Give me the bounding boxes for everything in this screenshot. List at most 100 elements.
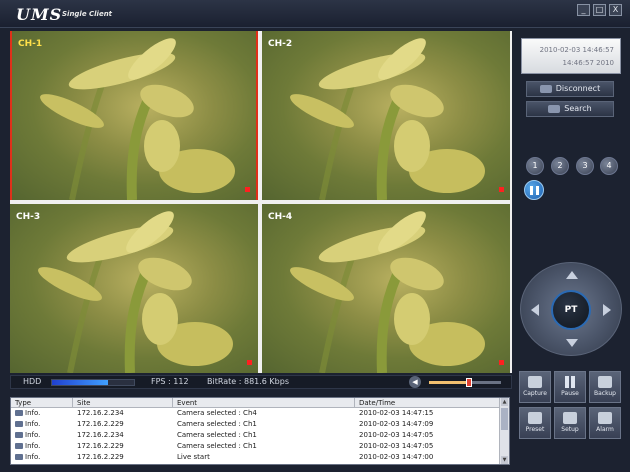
- ptz-left-icon[interactable]: [531, 304, 539, 316]
- setup-icon: [563, 412, 577, 424]
- log-row[interactable]: Info. 172.16.2.229 Camera selected : Ch1 20…: [11, 419, 509, 430]
- channel-label: CH-3: [16, 212, 41, 222]
- fps-readout: FPS : 112: [151, 377, 189, 386]
- log-site: 172.16.2.234: [77, 431, 124, 439]
- record-indicator: [499, 187, 504, 192]
- disconnect-label: Disconnect: [555, 84, 601, 93]
- disconnect-icon: [539, 84, 552, 93]
- window-controls: _ □ X: [577, 4, 622, 16]
- layout-quad-button[interactable]: [524, 180, 544, 200]
- layout-icon: [530, 186, 533, 195]
- setup-button[interactable]: Setup: [554, 407, 586, 439]
- bitrate-readout: BitRate : 881.6 Kbps: [207, 377, 289, 386]
- channel-view-3[interactable]: CH-3: [10, 204, 258, 373]
- log-event: Camera selected : Ch1: [177, 431, 257, 439]
- video-grid: CH-1 CH-2 CH-3 CH-4: [10, 31, 512, 373]
- log-event: Camera selected : Ch1: [177, 442, 257, 450]
- channel-view-2[interactable]: CH-2: [262, 31, 510, 200]
- log-type: Info.: [11, 408, 73, 419]
- speaker-icon[interactable]: ◀: [409, 376, 421, 388]
- capture-label: Capture: [523, 390, 547, 397]
- log-site: 172.16.2.229: [77, 442, 124, 450]
- pause-label: Pause: [561, 390, 579, 397]
- close-button[interactable]: X: [609, 4, 622, 16]
- log-site: 172.16.2.229: [77, 420, 124, 428]
- log-type-text: Info.: [25, 409, 41, 417]
- alarm-button[interactable]: Alarm: [589, 407, 621, 439]
- disconnect-button[interactable]: Disconnect: [526, 81, 614, 97]
- log-row[interactable]: Info. 172.16.2.234 Camera selected : Ch1 20…: [11, 430, 509, 441]
- search-button[interactable]: Search: [526, 101, 614, 117]
- record-indicator: [245, 187, 250, 192]
- log-type-text: Info.: [25, 420, 41, 428]
- channel-button-3[interactable]: 3: [576, 157, 594, 175]
- column-type[interactable]: Type: [11, 398, 73, 407]
- layout-icon-bar: [536, 186, 539, 195]
- channel-view-4[interactable]: CH-4: [262, 204, 510, 373]
- volume-thumb[interactable]: [465, 378, 472, 387]
- log-scrollbar[interactable]: ▲ ▼: [499, 398, 509, 464]
- log-type: Info.: [11, 452, 73, 463]
- log-row[interactable]: Info. 172.16.2.229 Live start 2010-02-03 14…: [11, 452, 509, 463]
- preset-label: Preset: [525, 426, 545, 433]
- channel-view-1[interactable]: CH-1: [10, 31, 258, 200]
- hdd-label: HDD: [23, 377, 42, 386]
- ptz-control: PT: [520, 262, 622, 356]
- log-event: Camera selected : Ch4: [177, 409, 257, 417]
- hdd-usage-bar: [51, 379, 135, 386]
- log-header: Type Site Event Date/Time: [11, 398, 509, 408]
- backup-label: Backup: [594, 390, 616, 397]
- log-datetime: 2010-02-03 14:47:09: [359, 420, 434, 428]
- preset-icon: [528, 412, 542, 424]
- log-type-text: Info.: [25, 453, 41, 461]
- minimize-button[interactable]: _: [577, 4, 590, 16]
- column-datetime[interactable]: Date/Time: [355, 398, 501, 407]
- ptz-center-button[interactable]: PT: [551, 290, 591, 330]
- record-indicator: [499, 360, 504, 365]
- pause-icon: [563, 376, 577, 388]
- column-site[interactable]: Site: [73, 398, 173, 407]
- log-type-text: Info.: [25, 431, 41, 439]
- log-row[interactable]: Info. 172.16.2.234 Camera selected : Ch4 20…: [11, 408, 509, 419]
- channel-button-1[interactable]: 1: [526, 157, 544, 175]
- channel-label: CH-1: [18, 39, 43, 49]
- app-logo: UMS: [16, 5, 63, 24]
- scroll-up-icon[interactable]: ▲: [501, 398, 508, 406]
- log-type-text: Info.: [25, 442, 41, 450]
- backup-button[interactable]: Backup: [589, 371, 621, 403]
- alarm-label: Alarm: [596, 426, 614, 433]
- maximize-button[interactable]: □: [593, 4, 606, 16]
- log-info-icon: [15, 454, 23, 460]
- log-type: Info.: [11, 430, 73, 441]
- scroll-down-icon[interactable]: ▼: [501, 456, 508, 464]
- log-datetime: 2010-02-03 14:47:00: [359, 453, 434, 461]
- column-event[interactable]: Event: [173, 398, 355, 407]
- log-type: Info.: [11, 441, 73, 452]
- log-row[interactable]: Info. 172.16.2.229 Camera selected : Ch1 20…: [11, 441, 509, 452]
- volume-slider[interactable]: [429, 378, 501, 387]
- log-info-icon: [15, 443, 23, 449]
- log-info-icon: [15, 410, 23, 416]
- log-event: Camera selected : Ch1: [177, 420, 257, 428]
- channel-button-2[interactable]: 2: [551, 157, 569, 175]
- title-bar: UMS Single Client _ □ X: [0, 0, 630, 28]
- datetime-display: 2010-02-03 14:46:57 14:46:57 2010: [521, 38, 621, 74]
- capture-button[interactable]: Capture: [519, 371, 551, 403]
- record-indicator: [247, 360, 252, 365]
- log-type: Info.: [11, 419, 73, 430]
- alarm-icon: [598, 412, 612, 424]
- ptz-right-icon[interactable]: [603, 304, 611, 316]
- ptz-up-icon[interactable]: [566, 271, 578, 279]
- log-event: Live start: [177, 453, 210, 461]
- date-readout: 2010-02-03 14:46:57: [539, 46, 614, 54]
- channel-label: CH-4: [268, 212, 293, 222]
- ptz-down-icon[interactable]: [566, 339, 578, 347]
- log-info-icon: [15, 421, 23, 427]
- backup-icon: [598, 376, 612, 388]
- log-rows: Info. 172.16.2.234 Camera selected : Ch4 20…: [11, 408, 509, 463]
- scroll-thumb[interactable]: [501, 408, 508, 430]
- preset-button[interactable]: Preset: [519, 407, 551, 439]
- pause-button[interactable]: Pause: [554, 371, 586, 403]
- log-info-icon: [15, 432, 23, 438]
- channel-button-4[interactable]: 4: [600, 157, 618, 175]
